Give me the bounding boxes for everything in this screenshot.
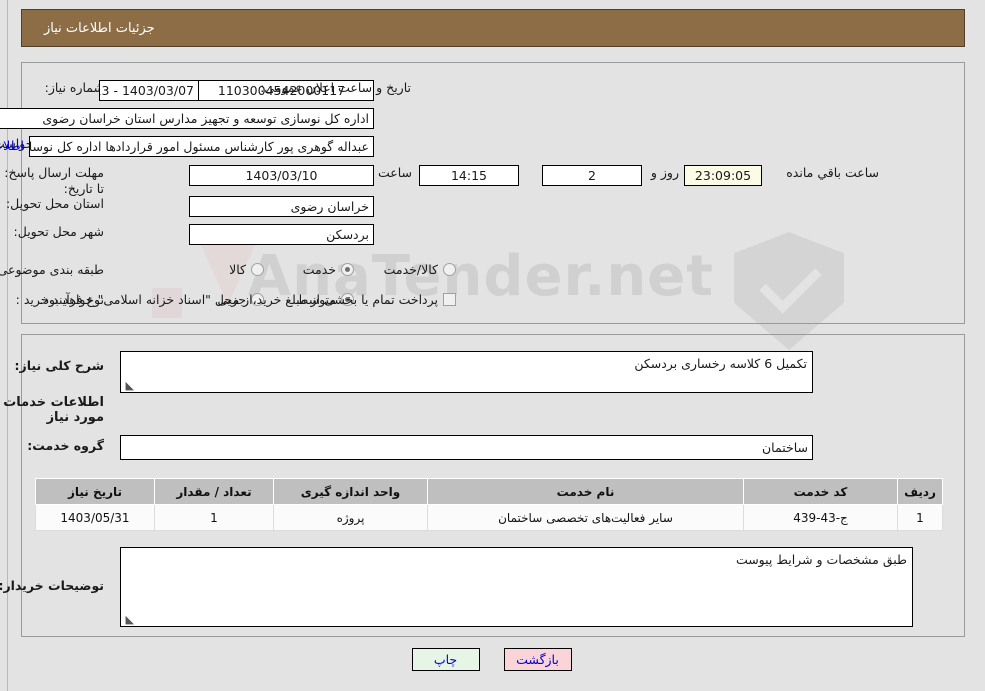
buyer-notes-label-row: توضیحات خریدار: bbox=[0, 578, 105, 593]
announce-datetime-label-row: تاریخ و ساعت اعلان عمومی: bbox=[261, 80, 412, 95]
contact-link-row[interactable]: اطلاعات تماس خریدار bbox=[0, 138, 25, 153]
cell-need-date: 1403/05/31 bbox=[36, 504, 156, 531]
category-label-row: طبقه بندی موضوعی: bbox=[0, 262, 105, 277]
radio-khedmat[interactable] bbox=[342, 263, 355, 276]
countdown-field-row: 23:09:05 bbox=[685, 165, 763, 186]
print-button[interactable]: چاپ bbox=[412, 648, 481, 671]
need-number-label: شماره نیاز: bbox=[45, 80, 105, 95]
deadline-date-field-row: 1403/03/10 bbox=[190, 165, 375, 186]
general-desc-label-row: شرح کلی نیاز: bbox=[16, 358, 105, 373]
col-index: ردیف bbox=[898, 478, 944, 505]
province-value: خراسان رضوی bbox=[190, 196, 375, 217]
resize-grip-icon[interactable]: ◢ bbox=[124, 613, 135, 626]
deadline-date-value: 1403/03/10 bbox=[190, 165, 375, 186]
service-group-field-row: ساختمان bbox=[121, 435, 814, 460]
province-label-row: استان محل تحویل: bbox=[7, 196, 105, 211]
remaining-label: ساعت باقي مانده bbox=[787, 165, 880, 180]
service-group-value: ساختمان bbox=[121, 435, 814, 460]
deadline-hour-label: ساعت bbox=[378, 165, 413, 180]
general-desc-textarea[interactable]: تکمیل 6 کلاسه رخساری بردسکن ◢ bbox=[121, 351, 814, 393]
services-table: ردیف کد خدمت نام خدمت واحد اندازه گیری ت… bbox=[36, 478, 944, 531]
province-label: استان محل تحویل: bbox=[6, 196, 105, 211]
province-field-row: خراسان رضوی bbox=[190, 196, 375, 217]
city-field-row: بردسکن bbox=[190, 224, 375, 245]
page-title: جزئیات اطلاعات نیاز bbox=[45, 20, 156, 36]
category-radio-kala-khedmat[interactable]: کالا/خدمت bbox=[385, 262, 457, 277]
table-row: 1 ج-43-439 سایر فعالیت‌های تخصصی ساختمان… bbox=[36, 504, 944, 531]
cell-service-code: ج-43-439 bbox=[744, 504, 899, 531]
deadline-time-value: 14:15 bbox=[420, 165, 520, 186]
treasury-note-row[interactable]: پرداخت تمام یا بخشی از مبلغ خرید،از محل … bbox=[40, 292, 457, 307]
resize-grip-icon[interactable]: ◢ bbox=[124, 379, 135, 392]
services-info-title: اطلاعات خدمات مورد نیاز bbox=[4, 395, 105, 425]
cell-unit: پروژه bbox=[274, 504, 429, 531]
creator-value: عبداله گوهری پور کارشناس مسئول امور قرار… bbox=[30, 136, 375, 157]
deadline-days-value: 2 bbox=[543, 165, 643, 186]
buyer-org-value: اداره کل نوسازی توسعه و تجهیز مدارس استا… bbox=[0, 108, 375, 129]
category-radio-kala[interactable]: کالا bbox=[230, 262, 265, 277]
service-group-label-row: گروه خدمت: bbox=[28, 438, 105, 453]
cell-quantity: 1 bbox=[155, 504, 275, 531]
deadline-days-label-row: روز و bbox=[652, 165, 680, 180]
deadline-days-field-row: 2 bbox=[543, 165, 643, 186]
creator-field-row: عبداله گوهری پور کارشناس مسئول امور قرار… bbox=[30, 136, 375, 157]
cell-service-name: سایر فعالیت‌های تخصصی ساختمان bbox=[428, 504, 745, 531]
category-radio-khedmat[interactable]: خدمت bbox=[304, 262, 355, 277]
announce-datetime-value: 1403/03/07 - 14:13 bbox=[100, 80, 200, 101]
deadline-days-label: روز و bbox=[651, 165, 680, 180]
col-service-name: نام خدمت bbox=[428, 478, 745, 505]
announce-datetime-field-row: 1403/03/07 - 14:13 bbox=[100, 80, 200, 101]
treasury-checkbox[interactable] bbox=[444, 293, 457, 306]
general-desc-label: شرح کلی نیاز: bbox=[15, 358, 105, 373]
deadline-hour-label-row: ساعت bbox=[379, 165, 413, 180]
col-quantity: تعداد / مقدار bbox=[155, 478, 275, 505]
buyer-notes-label: توضیحات خریدار: bbox=[0, 578, 105, 593]
radio-kala-khedmat[interactable] bbox=[444, 263, 457, 276]
page-header: جزئیات اطلاعات نیاز bbox=[22, 9, 966, 47]
treasury-note-text: پرداخت تمام یا بخشی از مبلغ خرید،از محل … bbox=[40, 292, 439, 307]
col-service-code: کد خدمت bbox=[744, 478, 899, 505]
deadline-label-row: مهلت ارسال پاسخ: تا تاریخ: bbox=[5, 165, 105, 197]
deadline-time-field-row: 14:15 bbox=[420, 165, 520, 186]
radio-kala-label: کالا bbox=[230, 262, 247, 277]
need-summary-panel bbox=[22, 62, 966, 324]
radio-kala-khedmat-label: کالا/خدمت bbox=[384, 262, 439, 277]
col-unit: واحد اندازه گیری bbox=[274, 478, 429, 505]
buyer-org-field-row: اداره کل نوسازی توسعه و تجهیز مدارس استا… bbox=[0, 108, 375, 129]
action-buttons-bar: بازگشت چاپ bbox=[0, 648, 985, 671]
category-label: طبقه بندی موضوعی: bbox=[0, 262, 105, 277]
col-need-date: تاریخ نیاز bbox=[36, 478, 156, 505]
city-label-row: شهر محل تحویل: bbox=[15, 224, 105, 239]
table-header-row: ردیف کد خدمت نام خدمت واحد اندازه گیری ت… bbox=[36, 478, 944, 505]
radio-kala[interactable] bbox=[252, 263, 265, 276]
countdown-value: 23:09:05 bbox=[685, 165, 763, 186]
back-button[interactable]: بازگشت bbox=[504, 648, 573, 671]
services-table-wrap: ردیف کد خدمت نام خدمت واحد اندازه گیری ت… bbox=[36, 478, 944, 531]
need-number-label-row: شماره نیاز: bbox=[46, 80, 105, 95]
city-value: بردسکن bbox=[190, 224, 375, 245]
announce-datetime-label: تاریخ و ساعت اعلان عمومی: bbox=[261, 80, 412, 95]
radio-khedmat-label: خدمت bbox=[303, 262, 337, 277]
general-desc-value: تکمیل 6 کلاسه رخساری بردسکن bbox=[635, 356, 808, 371]
service-group-label: گروه خدمت: bbox=[28, 438, 105, 453]
deadline-label: مهلت ارسال پاسخ: تا تاریخ: bbox=[5, 165, 105, 196]
cell-index: 1 bbox=[898, 504, 944, 531]
buyer-notes-textarea[interactable]: طبق مشخصات و شرایط پیوست ◢ bbox=[121, 547, 914, 627]
buyer-notes-value: طبق مشخصات و شرایط پیوست bbox=[736, 552, 908, 567]
buyer-contact-link[interactable]: اطلاعات تماس خریدار bbox=[0, 138, 25, 153]
remaining-label-row: ساعت باقي مانده bbox=[787, 165, 880, 180]
city-label: شهر محل تحویل: bbox=[14, 224, 105, 239]
